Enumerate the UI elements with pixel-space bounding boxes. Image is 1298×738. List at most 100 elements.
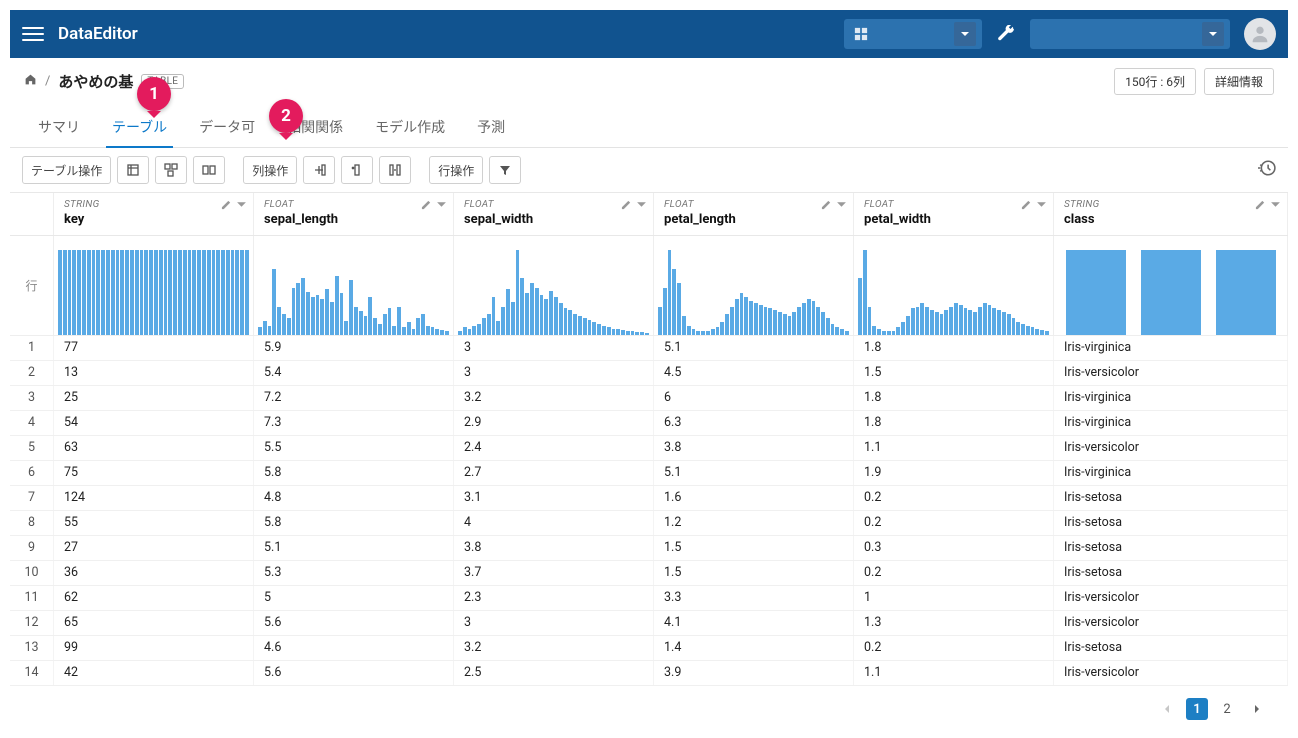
- shape-pill[interactable]: 150行 : 6列: [1114, 68, 1196, 95]
- cell-sepal_width[interactable]: 3.2: [454, 386, 654, 410]
- tab-predict[interactable]: 予測: [475, 109, 507, 147]
- cell-petal_width[interactable]: 0.2: [854, 486, 1054, 510]
- tab-dataviz[interactable]: データ可: [197, 109, 257, 147]
- history-icon[interactable]: [1258, 159, 1276, 181]
- column-header-petal_length[interactable]: FLOATpetal_length: [654, 193, 854, 235]
- page-next-button[interactable]: [1246, 698, 1268, 720]
- cell-sepal_length[interactable]: 7.3: [254, 411, 454, 435]
- details-button[interactable]: 詳細情報: [1204, 68, 1274, 95]
- cell-petal_width[interactable]: 1.1: [854, 661, 1054, 685]
- cell-sepal_width[interactable]: 3.8: [454, 536, 654, 560]
- cell-sepal_length[interactable]: 5.4: [254, 361, 454, 385]
- cell-key[interactable]: 13: [54, 361, 254, 385]
- row-ops-button[interactable]: 行操作: [429, 156, 483, 184]
- cell-petal_width[interactable]: 0.2: [854, 636, 1054, 660]
- cell-sepal_width[interactable]: 2.7: [454, 461, 654, 485]
- cell-key[interactable]: 54: [54, 411, 254, 435]
- cell-petal_width[interactable]: 1.8: [854, 336, 1054, 360]
- cell-petal_width[interactable]: 1.8: [854, 411, 1054, 435]
- cell-petal_length[interactable]: 6: [654, 386, 854, 410]
- cell-sepal_length[interactable]: 5.8: [254, 461, 454, 485]
- cell-class[interactable]: Iris-versicolor: [1054, 611, 1288, 635]
- cell-petal_width[interactable]: 1.1: [854, 436, 1054, 460]
- appbar-dropdown-1[interactable]: [844, 19, 982, 49]
- cell-key[interactable]: 62: [54, 586, 254, 610]
- cell-class[interactable]: Iris-setosa: [1054, 511, 1288, 535]
- cell-sepal_width[interactable]: 3.1: [454, 486, 654, 510]
- table-row[interactable]: 71244.83.11.60.2Iris-setosa: [10, 486, 1288, 511]
- cell-key[interactable]: 77: [54, 336, 254, 360]
- cell-sepal_length[interactable]: 5.9: [254, 336, 454, 360]
- edit-column-icon[interactable]: [621, 199, 632, 214]
- cell-class[interactable]: Iris-setosa: [1054, 536, 1288, 560]
- cell-class[interactable]: Iris-versicolor: [1054, 436, 1288, 460]
- cell-key[interactable]: 27: [54, 536, 254, 560]
- table-row[interactable]: 9275.13.81.50.3Iris-setosa: [10, 536, 1288, 561]
- cell-petal_length[interactable]: 1.2: [654, 511, 854, 535]
- cell-sepal_length[interactable]: 5.1: [254, 536, 454, 560]
- cell-sepal_width[interactable]: 3.7: [454, 561, 654, 585]
- cell-class[interactable]: Iris-virginica: [1054, 336, 1288, 360]
- cell-sepal_width[interactable]: 2.9: [454, 411, 654, 435]
- column-menu-icon[interactable]: [236, 199, 247, 214]
- cell-petal_length[interactable]: 3.3: [654, 586, 854, 610]
- cell-key[interactable]: 65: [54, 611, 254, 635]
- tab-model[interactable]: モデル作成: [373, 109, 447, 147]
- table-ops-button[interactable]: テーブル操作: [22, 156, 111, 184]
- cell-petal_width[interactable]: 0.3: [854, 536, 1054, 560]
- page-2-button[interactable]: 2: [1216, 698, 1238, 720]
- table-row[interactable]: 8555.841.20.2Iris-setosa: [10, 511, 1288, 536]
- cell-sepal_width[interactable]: 2.4: [454, 436, 654, 460]
- cell-petal_width[interactable]: 1.5: [854, 361, 1054, 385]
- column-header-sepal_width[interactable]: FLOATsepal_width: [454, 193, 654, 235]
- table-row[interactable]: 6755.82.75.11.9Iris-virginica: [10, 461, 1288, 486]
- column-menu-icon[interactable]: [1036, 199, 1047, 214]
- expand-icon[interactable]: [117, 156, 149, 184]
- table-row[interactable]: 2135.434.51.5Iris-versicolor: [10, 361, 1288, 386]
- table-row[interactable]: 4547.32.96.31.8Iris-virginica: [10, 411, 1288, 436]
- cell-key[interactable]: 75: [54, 461, 254, 485]
- column-header-sepal_length[interactable]: FLOATsepal_length: [254, 193, 454, 235]
- cell-sepal_length[interactable]: 5: [254, 586, 454, 610]
- column-menu-icon[interactable]: [436, 199, 447, 214]
- column-menu-icon[interactable]: [836, 199, 847, 214]
- cell-class[interactable]: Iris-setosa: [1054, 561, 1288, 585]
- page-prev-button[interactable]: [1156, 698, 1178, 720]
- cell-petal_length[interactable]: 4.1: [654, 611, 854, 635]
- appbar-dropdown-2[interactable]: [1030, 19, 1230, 49]
- cell-sepal_length[interactable]: 5.6: [254, 661, 454, 685]
- table-row[interactable]: 12655.634.11.3Iris-versicolor: [10, 611, 1288, 636]
- column-ops-button[interactable]: 列操作: [243, 156, 297, 184]
- cell-key[interactable]: 124: [54, 486, 254, 510]
- cell-petal_width[interactable]: 1.8: [854, 386, 1054, 410]
- menu-icon[interactable]: [22, 23, 44, 45]
- column-header-petal_width[interactable]: FLOATpetal_width: [854, 193, 1054, 235]
- settings-icon[interactable]: [996, 25, 1016, 43]
- edit-column-icon[interactable]: [421, 199, 432, 214]
- cell-petal_width[interactable]: 0.2: [854, 561, 1054, 585]
- cell-sepal_length[interactable]: 5.6: [254, 611, 454, 635]
- cell-sepal_width[interactable]: 4: [454, 511, 654, 535]
- cell-key[interactable]: 55: [54, 511, 254, 535]
- cell-key[interactable]: 25: [54, 386, 254, 410]
- cell-key[interactable]: 63: [54, 436, 254, 460]
- add-column-icon[interactable]: [303, 156, 335, 184]
- cell-petal_length[interactable]: 1.6: [654, 486, 854, 510]
- column-header-class[interactable]: STRINGclass: [1054, 193, 1288, 235]
- table-row[interactable]: 5635.52.43.81.1Iris-versicolor: [10, 436, 1288, 461]
- cell-sepal_width[interactable]: 3: [454, 361, 654, 385]
- cell-sepal_width[interactable]: 2.3: [454, 586, 654, 610]
- cell-sepal_width[interactable]: 3.2: [454, 636, 654, 660]
- table-row[interactable]: 1775.935.11.8Iris-virginica: [10, 336, 1288, 361]
- delete-column-icon[interactable]: [341, 156, 373, 184]
- cell-sepal_length[interactable]: 5.5: [254, 436, 454, 460]
- cell-sepal_width[interactable]: 3: [454, 611, 654, 635]
- column-menu-icon[interactable]: [636, 199, 647, 214]
- column-menu-icon[interactable]: [1270, 199, 1281, 214]
- cell-class[interactable]: Iris-setosa: [1054, 636, 1288, 660]
- cell-sepal_width[interactable]: 2.5: [454, 661, 654, 685]
- cell-petal_length[interactable]: 1.5: [654, 536, 854, 560]
- cell-class[interactable]: Iris-versicolor: [1054, 586, 1288, 610]
- cell-petal_width[interactable]: 0.2: [854, 511, 1054, 535]
- cell-petal_width[interactable]: 1: [854, 586, 1054, 610]
